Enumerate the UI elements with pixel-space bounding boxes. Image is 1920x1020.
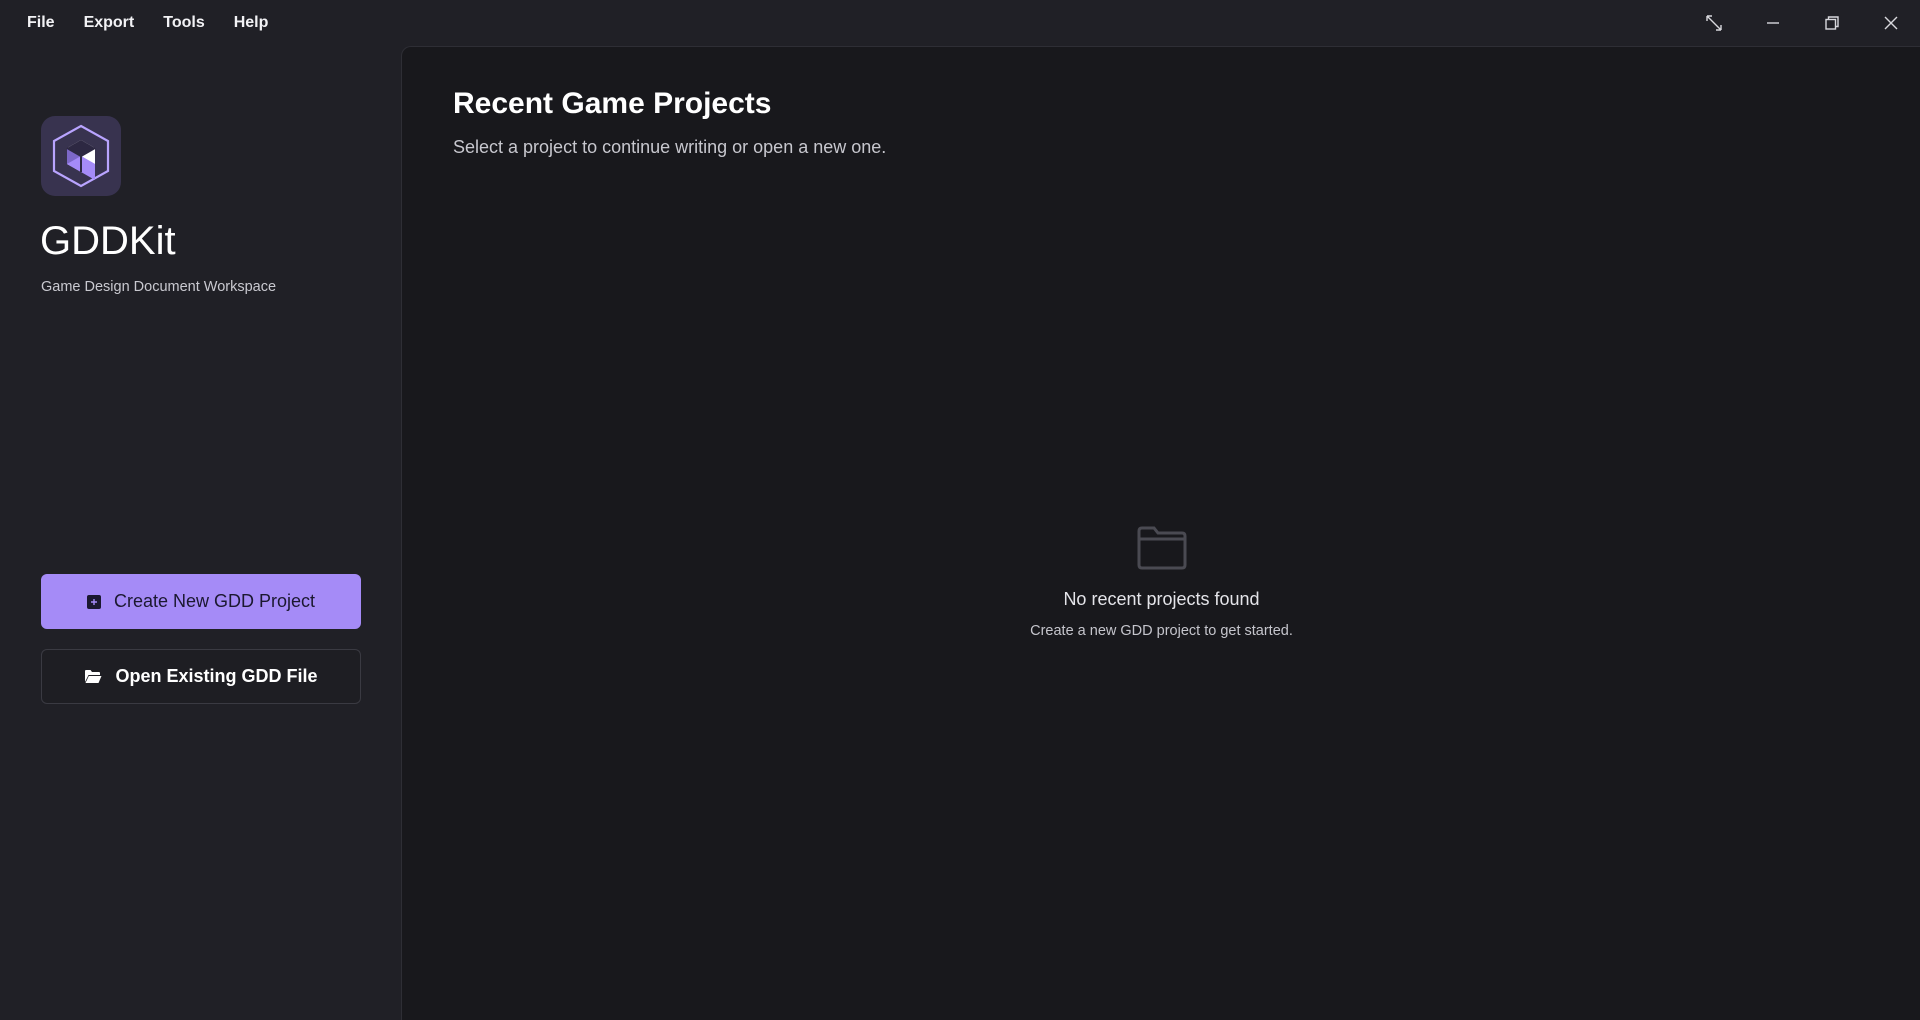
create-project-button[interactable]: Create New GDD Project — [41, 574, 361, 629]
app-name: GDDKit — [40, 219, 176, 263]
fullscreen-button[interactable] — [1684, 0, 1743, 46]
restore-button[interactable] — [1802, 0, 1861, 46]
folder-open-icon — [84, 669, 102, 684]
empty-state-title: No recent projects found — [1063, 589, 1260, 609]
app-tagline: Game Design Document Workspace — [41, 279, 277, 295]
minimize-icon — [1766, 22, 1779, 24]
add-square-icon — [86, 594, 101, 609]
restore-icon — [1824, 16, 1839, 30]
close-icon — [1884, 16, 1897, 30]
open-file-label: Open Existing GDD File — [115, 666, 318, 686]
cube-logo-icon — [52, 124, 110, 188]
close-button[interactable] — [1861, 0, 1920, 46]
title-bar: File Export Tools Help — [0, 0, 1920, 46]
app-logo — [41, 116, 121, 196]
open-file-button[interactable]: Open Existing GDD File — [41, 649, 361, 704]
folder-icon — [1137, 526, 1186, 570]
empty-state-subtitle: Create a new GDD project to get started. — [1030, 623, 1293, 639]
minimize-button[interactable] — [1743, 0, 1802, 46]
page-title: Recent Game Projects — [453, 87, 772, 120]
empty-state: No recent projects found Create a new GD… — [402, 525, 1920, 639]
menu-file[interactable]: File — [27, 0, 55, 46]
sidebar: GDDKit Game Design Document Workspace Cr… — [0, 46, 401, 1020]
create-project-label: Create New GDD Project — [113, 591, 316, 611]
main-panel: Recent Game Projects Select a project to… — [401, 46, 1920, 1020]
expand-icon — [1705, 15, 1722, 31]
menu-help[interactable]: Help — [234, 0, 269, 46]
menu-bar: File Export Tools Help — [0, 0, 297, 46]
menu-tools[interactable]: Tools — [163, 0, 204, 46]
window-controls — [1684, 0, 1920, 46]
page-subtitle: Select a project to continue writing or … — [453, 137, 887, 157]
menu-export[interactable]: Export — [84, 0, 135, 46]
